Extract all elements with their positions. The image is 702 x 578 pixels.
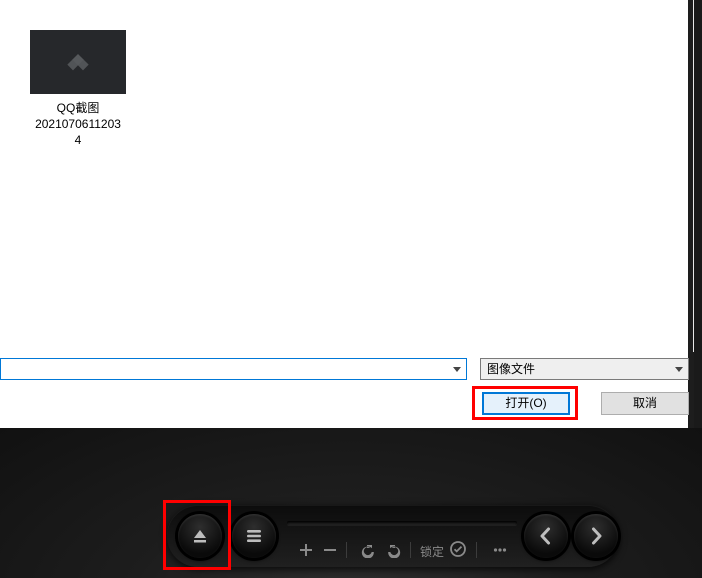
previous-button[interactable]: [524, 514, 568, 558]
divider: [346, 542, 347, 558]
next-button[interactable]: [574, 514, 618, 558]
file-item[interactable]: QQ截图 2021070611203 4: [18, 30, 138, 148]
check-circle-icon: [450, 541, 466, 557]
plus-icon: [299, 543, 313, 557]
playlist-button[interactable]: [232, 514, 276, 558]
file-open-dialog: QQ截图 2021070611203 4 图像文件 打开(O) 取消: [0, 0, 694, 428]
divider: [476, 542, 477, 558]
progress-bar[interactable]: [287, 521, 517, 525]
divider: [410, 542, 411, 558]
lock-toggle-label[interactable]: 锁定: [420, 543, 444, 560]
filename-input[interactable]: [0, 358, 467, 380]
cancel-button[interactable]: 取消: [601, 392, 689, 415]
minus-icon: [323, 543, 337, 557]
eject-button[interactable]: [178, 514, 222, 558]
file-thumbnail: [30, 30, 126, 94]
menu-icon: [244, 526, 264, 546]
eject-icon: [190, 526, 210, 546]
open-button[interactable]: 打开(O): [482, 392, 570, 415]
ellipsis-icon: [493, 543, 507, 557]
diamond-placeholder-icon: [66, 50, 90, 74]
more-options-button[interactable]: [490, 540, 510, 560]
file-list-area[interactable]: QQ截图 2021070611203 4: [0, 0, 694, 352]
redo-icon: [386, 542, 402, 558]
chevron-right-icon: [586, 526, 606, 546]
undo-icon: [360, 542, 376, 558]
lock-toggle-check[interactable]: [450, 541, 466, 560]
chevron-left-icon: [536, 526, 556, 546]
zoom-in-button[interactable]: [296, 540, 316, 560]
file-name-label: QQ截图 2021070611203 4: [18, 100, 138, 148]
redo-button[interactable]: [384, 540, 404, 560]
undo-button[interactable]: [358, 540, 378, 560]
zoom-out-button[interactable]: [320, 540, 340, 560]
filetype-selected-label: 图像文件: [487, 362, 535, 376]
filetype-dropdown[interactable]: 图像文件: [480, 358, 689, 380]
